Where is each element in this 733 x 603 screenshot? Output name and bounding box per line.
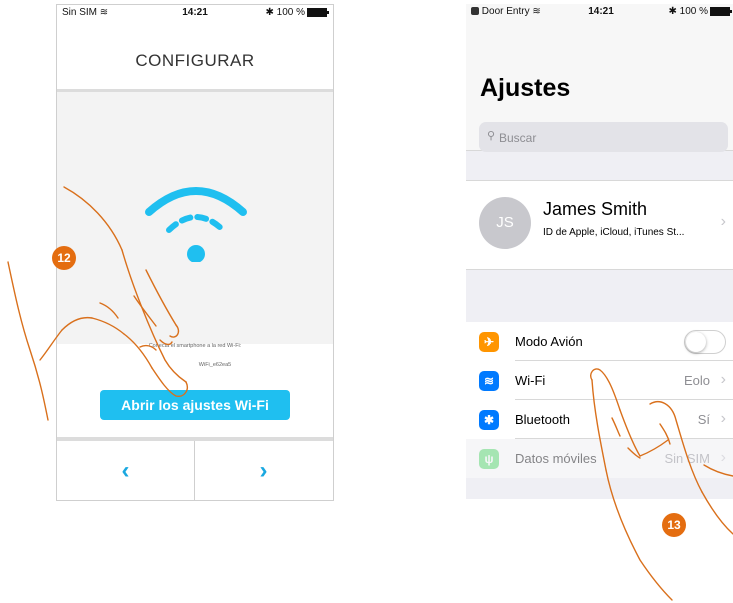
pointing-hand-right-illustration bbox=[590, 368, 733, 601]
step-badge-13: 13 bbox=[662, 513, 686, 537]
step-badge-12: 12 bbox=[52, 246, 76, 270]
